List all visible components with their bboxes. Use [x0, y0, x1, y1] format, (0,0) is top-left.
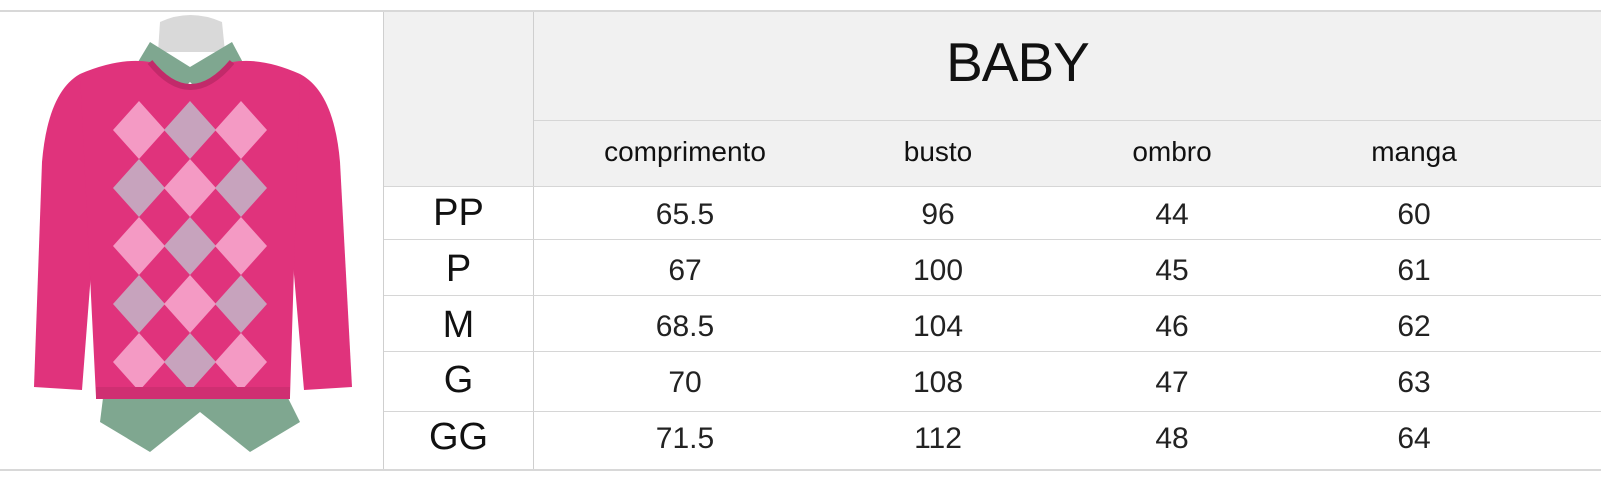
size-label-g: G: [443, 359, 474, 401]
table-cell: 112: [914, 422, 962, 455]
size-label-p: P: [445, 248, 472, 290]
table-cell: 60: [1397, 198, 1431, 231]
column-header-busto: busto: [903, 136, 973, 167]
table-cell: 64: [1397, 422, 1431, 455]
row-divider: [384, 295, 1601, 296]
table-cell: 62: [1397, 310, 1431, 343]
column-header-manga: manga: [1371, 136, 1457, 167]
size-label-pp: PP: [433, 192, 484, 234]
table-title: BABY: [946, 31, 1090, 93]
column-header-ombro: ombro: [1132, 136, 1212, 167]
table-cell: 63: [1397, 366, 1431, 399]
table-cell: 44: [1155, 198, 1189, 231]
row-divider: [384, 351, 1601, 352]
table-cell: 96: [921, 198, 955, 231]
table-cell: 70: [668, 366, 702, 399]
table-cell: 65.5: [655, 198, 715, 231]
table-cell: 108: [912, 366, 964, 399]
table-cell: 100: [912, 254, 964, 287]
column-header-comprimento: comprimento: [604, 136, 766, 167]
table-cell: 46: [1155, 310, 1189, 343]
title-separator: [534, 120, 1601, 121]
table-cell: 61: [1397, 254, 1431, 287]
table-cell: 68.5: [655, 310, 715, 343]
table-cell: 104: [912, 310, 964, 343]
table-cell: 47: [1155, 366, 1189, 399]
size-label-m: M: [442, 304, 475, 346]
header-corner-cell: [384, 12, 533, 186]
sweater-product-image: [34, 15, 352, 452]
size-label-gg: GG: [428, 416, 489, 458]
table-cell: 67: [668, 254, 702, 287]
table-cell: 45: [1155, 254, 1189, 287]
table-cell: 71.5: [655, 422, 715, 455]
table-bottom-border: [0, 469, 1601, 471]
row-divider: [384, 239, 1601, 240]
table-cell: 48: [1155, 422, 1189, 455]
row-divider: [384, 186, 1601, 187]
row-divider: [384, 411, 1601, 412]
